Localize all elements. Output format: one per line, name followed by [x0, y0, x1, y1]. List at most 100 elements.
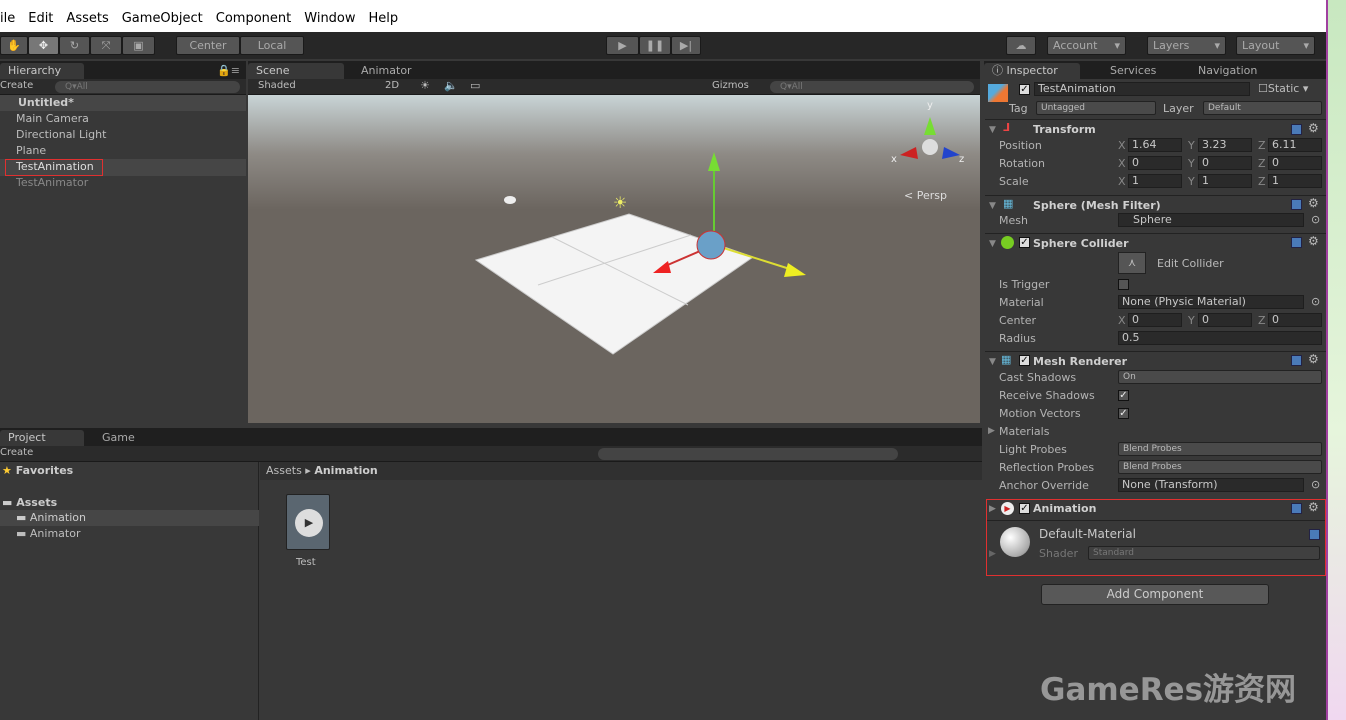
help-icon[interactable] [1291, 124, 1302, 135]
menu-gameobject[interactable]: GameObject [122, 11, 203, 26]
scale-tool-button[interactable]: ⤧ [90, 36, 122, 55]
transform-x-field[interactable]: 0 [1128, 156, 1182, 170]
light-probes-dropdown[interactable]: Blend Probes [1118, 442, 1322, 456]
enabled-checkbox[interactable]: ✓ [1019, 355, 1030, 366]
create-dropdown[interactable]: Create [0, 447, 33, 458]
enabled-checkbox[interactable]: ✓ [1019, 503, 1030, 514]
gear-icon[interactable]: ⚙ [1308, 234, 1319, 248]
cast-shadows-dropdown[interactable]: On [1118, 370, 1322, 384]
anchor-override-field[interactable]: None (Transform) [1118, 478, 1304, 492]
help-icon[interactable] [1309, 529, 1320, 540]
scene-search[interactable]: Q▾All [770, 81, 974, 93]
audio-toggle-icon[interactable]: 🔈 [444, 79, 458, 92]
breadcrumb-root[interactable]: Assets [266, 464, 302, 477]
step-button[interactable]: ▶| [671, 36, 701, 55]
object-picker-icon[interactable]: ⊙ [1311, 478, 1320, 491]
folder-animation[interactable]: ▬ Animation [16, 511, 86, 524]
gear-icon[interactable]: ⚙ [1308, 500, 1319, 514]
effects-toggle-icon[interactable]: ▭ [470, 79, 480, 92]
tab-game[interactable]: Game [94, 430, 143, 446]
scene-viewport[interactable]: ☀ y x z < Persp [248, 95, 980, 423]
tab-animator[interactable]: Animator [353, 63, 420, 79]
hierarchy-item[interactable]: Main Camera [16, 112, 89, 125]
transform-x-field[interactable]: 1.64 [1128, 138, 1182, 152]
transform-y-field[interactable]: 1 [1198, 174, 1252, 188]
menu-edit[interactable]: Edit [28, 11, 53, 26]
hierarchy-item-selected[interactable]: TestAnimation [16, 160, 94, 173]
radius-field[interactable]: 0.5 [1118, 331, 1322, 345]
animation-clip-asset[interactable]: ▶ [286, 494, 330, 550]
name-field[interactable]: TestAnimation [1034, 82, 1250, 96]
motion-vectors-checkbox[interactable]: ✓ [1118, 408, 1129, 419]
transform-x-field[interactable]: 1 [1128, 174, 1182, 188]
shader-dropdown[interactable]: Standard [1088, 546, 1320, 560]
hierarchy-item[interactable]: Plane [16, 144, 46, 157]
panel-menu-icon[interactable]: 🔒≡ [217, 64, 240, 77]
help-icon[interactable] [1291, 355, 1302, 366]
lighting-toggle-icon[interactable]: ☀ [420, 79, 430, 92]
tab-project[interactable]: Project [0, 430, 84, 446]
account-dropdown[interactable]: Account ▾ [1047, 36, 1126, 55]
gear-icon[interactable]: ⚙ [1308, 121, 1319, 135]
folder-animator[interactable]: ▬ Animator [16, 527, 80, 540]
sphere-collider-header[interactable]: ▼ ✓ Sphere Collider [985, 233, 1326, 252]
gizmos-dropdown[interactable]: Gizmos [712, 80, 749, 91]
object-picker-icon[interactable]: ⊙ [1311, 213, 1320, 226]
hierarchy-search[interactable]: Q▾All [55, 81, 240, 93]
breadcrumb-current[interactable]: Animation [314, 464, 377, 477]
play-button[interactable]: ▶ [606, 36, 639, 55]
transform-y-field[interactable]: 3.23 [1198, 138, 1252, 152]
hierarchy-item[interactable]: TestAnimator [16, 176, 88, 189]
pause-button[interactable]: ❚❚ [639, 36, 671, 55]
transform-y-field[interactable]: 0 [1198, 156, 1252, 170]
rotate-tool-button[interactable]: ↻ [59, 36, 90, 55]
object-picker-icon[interactable]: ⊙ [1311, 295, 1320, 308]
menu-window[interactable]: Window [304, 11, 355, 26]
add-component-button[interactable]: Add Component [1041, 584, 1269, 605]
materials-expand-icon[interactable]: ▶ [988, 426, 995, 436]
menu-file[interactable]: ile [0, 11, 15, 26]
materials-foldout[interactable]: Materials [999, 425, 1049, 438]
mesh-renderer-header[interactable]: ▼ ▦ ✓ Mesh Renderer [985, 351, 1326, 370]
layout-dropdown[interactable]: Layout ▾ [1236, 36, 1315, 55]
favorites-folder[interactable]: ★ Favorites [2, 464, 73, 477]
physic-material-field[interactable]: None (Physic Material) [1118, 295, 1304, 309]
menu-assets[interactable]: Assets [66, 11, 108, 26]
tab-scene[interactable]: Scene [248, 63, 344, 79]
center-z-field[interactable]: 0 [1268, 313, 1322, 327]
center-y-field[interactable]: 0 [1198, 313, 1252, 327]
enabled-checkbox[interactable]: ✓ [1019, 237, 1030, 248]
static-toggle[interactable]: ☐Static ▾ [1258, 82, 1308, 95]
menu-help[interactable]: Help [369, 11, 399, 26]
layer-dropdown[interactable]: Default [1203, 101, 1322, 115]
help-icon[interactable] [1291, 199, 1302, 210]
hand-tool-button[interactable]: ✋ [0, 36, 28, 55]
cloud-button[interactable]: ☁ [1006, 36, 1036, 55]
active-checkbox[interactable]: ✓ [1019, 84, 1030, 95]
gear-icon[interactable]: ⚙ [1308, 352, 1319, 366]
tab-navigation[interactable]: Navigation [1190, 63, 1265, 79]
material-expand-icon[interactable]: ▶ [989, 549, 996, 559]
center-x-field[interactable]: 0 [1128, 313, 1182, 327]
mesh-field[interactable]: Sphere [1118, 213, 1304, 227]
tab-services[interactable]: Services [1102, 63, 1164, 79]
menu-component[interactable]: Component [216, 11, 291, 26]
assets-folder[interactable]: ▬ Assets [2, 496, 57, 509]
help-icon[interactable] [1291, 503, 1302, 514]
transform-header[interactable]: ▼ ⅃ Transform [985, 119, 1326, 138]
pivot-local-button[interactable]: Local [240, 36, 304, 55]
transform-z-field[interactable]: 1 [1268, 174, 1322, 188]
edit-collider-button[interactable]: ⋏ [1118, 252, 1146, 274]
help-icon[interactable] [1291, 237, 1302, 248]
transform-z-field[interactable]: 6.11 [1268, 138, 1322, 152]
pivot-center-button[interactable]: Center [176, 36, 240, 55]
move-tool-button[interactable]: ✥ [28, 36, 59, 55]
mesh-filter-header[interactable]: ▼ ▦ Sphere (Mesh Filter) [985, 195, 1326, 214]
tab-inspector[interactable]: ⓘ Inspector [984, 63, 1080, 79]
animation-header[interactable]: ▶ ▶ ✓ Animation [985, 500, 1326, 519]
project-search[interactable] [598, 448, 898, 460]
perspective-toggle[interactable]: < Persp [904, 189, 947, 202]
shading-dropdown[interactable]: Shaded [258, 80, 296, 91]
2d-toggle[interactable]: 2D [385, 80, 399, 91]
reflection-probes-dropdown[interactable]: Blend Probes [1118, 460, 1322, 474]
